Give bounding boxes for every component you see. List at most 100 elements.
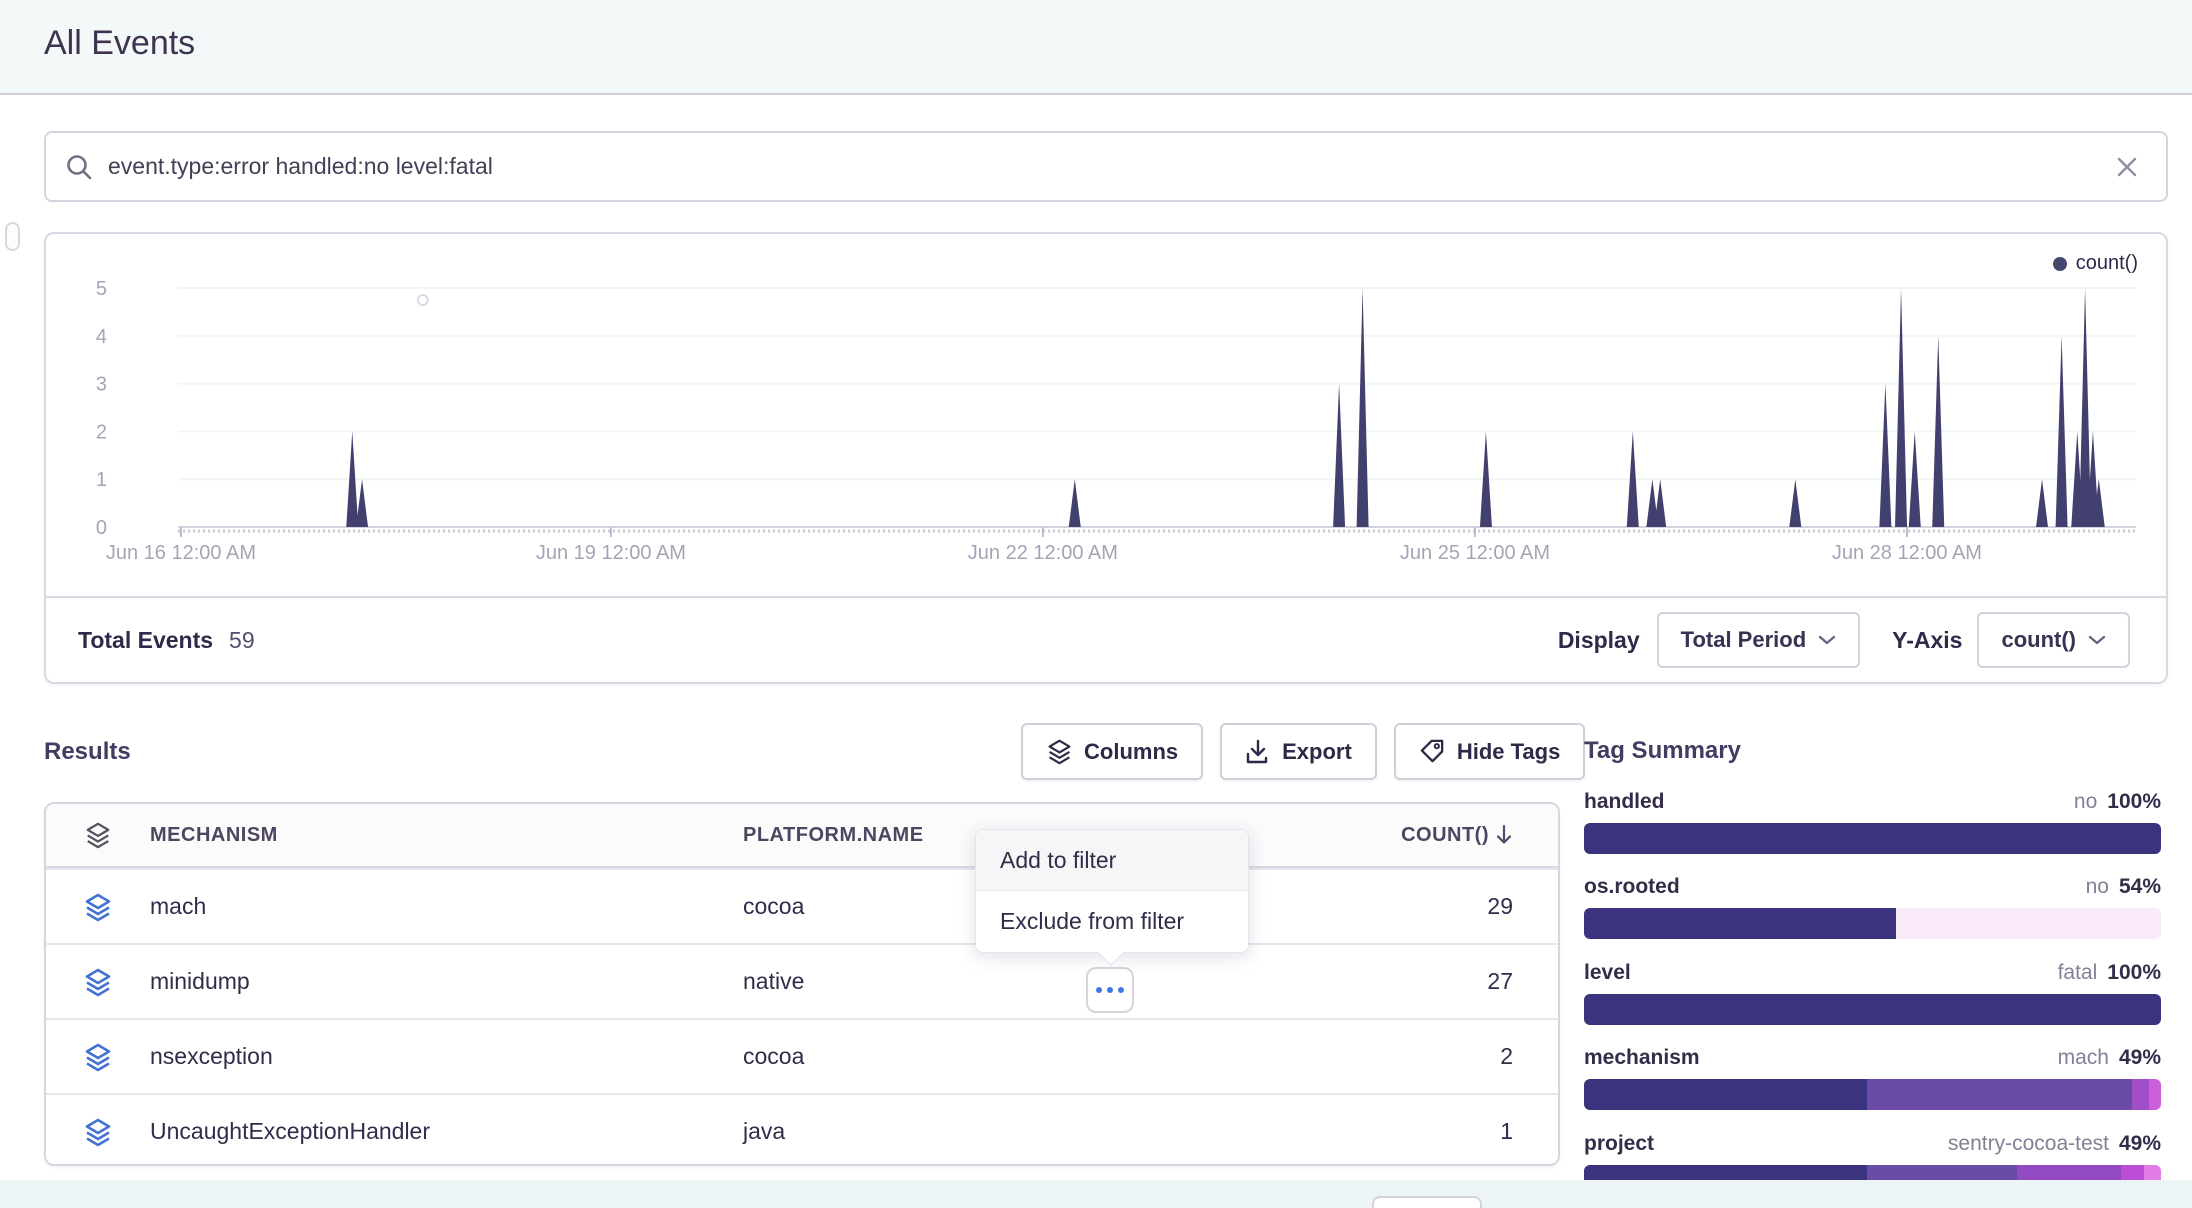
tag-top-pct: 100% bbox=[2107, 790, 2161, 813]
page-title: All Events bbox=[44, 24, 195, 63]
hide-tags-button[interactable]: Hide Tags bbox=[1394, 723, 1586, 780]
svg-text:Jun 16 12:00 AM: Jun 16 12:00 AM bbox=[106, 542, 256, 564]
cell-count: 1 bbox=[1500, 1118, 1513, 1145]
cell-platform[interactable]: java bbox=[743, 1118, 785, 1145]
display-dropdown-value: Total Period bbox=[1681, 627, 1807, 653]
column-header-platform[interactable]: PLATFORM.NAME bbox=[743, 824, 924, 847]
ellipsis-icon bbox=[1118, 987, 1124, 993]
table-row: nsexception cocoa 2 bbox=[46, 1018, 1558, 1093]
cell-actions-popover: Add to filter Exclude from filter bbox=[975, 829, 1249, 953]
sidebar-drag-handle[interactable] bbox=[5, 222, 20, 251]
events-chart-card: count() 012345Jun 16 12:00 AMJun 19 12:0… bbox=[44, 232, 2168, 684]
cell-mechanism[interactable]: minidump bbox=[150, 968, 743, 995]
menu-item-add-to-filter[interactable]: Add to filter bbox=[976, 830, 1248, 891]
cell-actions-button[interactable] bbox=[1086, 967, 1134, 1013]
stacked-layers-icon bbox=[46, 892, 150, 922]
search-bar[interactable] bbox=[44, 131, 2168, 202]
footer-band bbox=[0, 1180, 2192, 1208]
tag-distribution-bar[interactable] bbox=[1584, 1079, 2161, 1110]
search-icon bbox=[64, 152, 94, 182]
tag-label: level bbox=[1584, 961, 1631, 985]
chart-axis-labels: 012345Jun 16 12:00 AMJun 19 12:00 AMJun … bbox=[96, 278, 1982, 564]
tag-top-value: sentry-cocoa-test bbox=[1948, 1132, 2109, 1155]
cell-count: 29 bbox=[1487, 893, 1513, 920]
stacked-layers-icon bbox=[1046, 738, 1073, 765]
chart-spike bbox=[356, 479, 368, 527]
tag-entry-level: level fatal100% bbox=[1584, 961, 2161, 1025]
svg-text:2: 2 bbox=[96, 421, 107, 443]
tag-bar-segment bbox=[1896, 908, 2161, 939]
header-stacked-layers-icon bbox=[46, 821, 150, 849]
tag-top-value: no bbox=[2086, 875, 2109, 898]
tag-distribution-bar[interactable] bbox=[1584, 908, 2161, 939]
pagination-buttons-cutoff[interactable] bbox=[1372, 1196, 1482, 1208]
table-row: mach cocoa 29 bbox=[46, 868, 1558, 943]
svg-text:Jun 28 12:00 AM: Jun 28 12:00 AM bbox=[1832, 542, 1982, 564]
tag-bar-segment bbox=[2149, 1079, 2161, 1110]
table-row: minidump native 27 bbox=[46, 943, 1558, 1018]
chart-footer: Total Events 59 Display Total Period Y-A… bbox=[46, 596, 2166, 682]
svg-text:Jun 25 12:00 AM: Jun 25 12:00 AM bbox=[1400, 542, 1550, 564]
tag-label: os.rooted bbox=[1584, 875, 1680, 899]
download-icon bbox=[1245, 739, 1271, 765]
events-chart[interactable]: 012345Jun 16 12:00 AMJun 19 12:00 AMJun … bbox=[46, 234, 2166, 596]
svg-text:Jun 22 12:00 AM: Jun 22 12:00 AM bbox=[968, 542, 1118, 564]
chart-spike bbox=[1069, 479, 1081, 527]
tag-summary-panel: Tag Summary handled no100% os.rooted no5… bbox=[1584, 737, 2161, 1208]
tag-icon bbox=[1419, 738, 1446, 765]
column-header-mechanism[interactable]: MECHANISM bbox=[150, 824, 743, 847]
tag-top-pct: 49% bbox=[2119, 1132, 2161, 1155]
display-dropdown[interactable]: Total Period bbox=[1657, 612, 1861, 668]
ellipsis-icon bbox=[1107, 987, 1113, 993]
tag-entry-handled: handled no100% bbox=[1584, 790, 2161, 854]
cell-platform[interactable]: cocoa bbox=[743, 1043, 804, 1070]
svg-text:0: 0 bbox=[96, 517, 107, 539]
search-input[interactable] bbox=[108, 153, 2114, 180]
tag-distribution-bar[interactable] bbox=[1584, 823, 2161, 854]
legend-series-label: count() bbox=[2076, 252, 2138, 275]
export-button[interactable]: Export bbox=[1220, 723, 1377, 780]
export-button-label: Export bbox=[1282, 739, 1352, 765]
clear-search-icon[interactable] bbox=[2114, 154, 2140, 180]
all-events-page: All Events count() 012345Jun 16 12:00 AM… bbox=[0, 0, 2192, 1208]
cell-platform[interactable]: cocoa bbox=[743, 893, 804, 920]
chart-gridlines bbox=[178, 288, 2136, 479]
chart-series-count bbox=[346, 288, 2105, 527]
stacked-layers-icon bbox=[46, 967, 150, 997]
table-row: UncaughtExceptionHandler java 1 bbox=[46, 1093, 1558, 1166]
tag-bar-segment bbox=[1584, 908, 1896, 939]
tag-top-pct: 54% bbox=[2119, 875, 2161, 898]
yaxis-dropdown[interactable]: count() bbox=[1977, 612, 2130, 668]
page-header: All Events bbox=[0, 0, 2192, 95]
chart-spike bbox=[1789, 479, 1801, 527]
tag-bar-segment bbox=[1584, 823, 2161, 854]
columns-button[interactable]: Columns bbox=[1021, 723, 1203, 780]
tag-top-value: fatal bbox=[2058, 961, 2098, 984]
tag-label: mechanism bbox=[1584, 1046, 1700, 1070]
cell-count: 2 bbox=[1500, 1043, 1513, 1070]
tag-entry-os-rooted: os.rooted no 54% bbox=[1584, 875, 2161, 939]
chevron-down-icon bbox=[2088, 634, 2106, 646]
results-buttons: Columns Export Hide Tags bbox=[1021, 723, 1585, 780]
chart-spike bbox=[1654, 479, 1666, 527]
yaxis-dropdown-value: count() bbox=[2001, 627, 2076, 653]
tag-bar-segment bbox=[1867, 1079, 2132, 1110]
chart-legend[interactable]: count() bbox=[2053, 252, 2138, 275]
cell-count: 27 bbox=[1487, 968, 1513, 995]
svg-text:Jun 19 12:00 AM: Jun 19 12:00 AM bbox=[536, 542, 686, 564]
yaxis-label: Y-Axis bbox=[1892, 627, 1962, 654]
tag-bar-segment bbox=[2132, 1079, 2149, 1110]
cell-mechanism[interactable]: UncaughtExceptionHandler bbox=[150, 1118, 743, 1145]
display-label: Display bbox=[1558, 627, 1640, 654]
stacked-layers-icon bbox=[46, 1042, 150, 1072]
column-header-count[interactable]: COUNT() bbox=[1401, 824, 1489, 847]
cell-mechanism[interactable]: mach bbox=[150, 893, 743, 920]
cell-platform[interactable]: native bbox=[743, 968, 804, 995]
tag-distribution-bar[interactable] bbox=[1584, 994, 2161, 1025]
sort-descending-icon bbox=[1495, 824, 1513, 846]
cell-mechanism[interactable]: nsexception bbox=[150, 1043, 743, 1070]
tag-entry-mechanism: mechanism mach49% bbox=[1584, 1046, 2161, 1110]
chart-spike bbox=[2036, 479, 2048, 527]
svg-text:3: 3 bbox=[96, 374, 107, 396]
svg-text:5: 5 bbox=[96, 278, 107, 300]
